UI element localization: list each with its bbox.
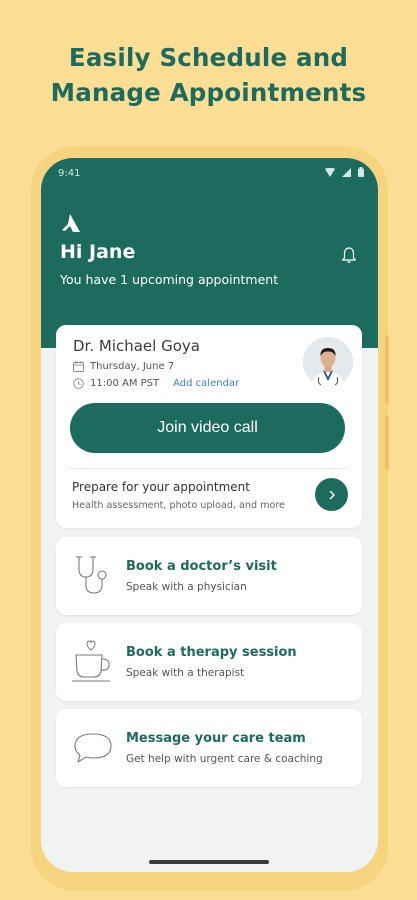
prepare-subtitle: Health assessment, photo upload, and mor… bbox=[72, 500, 285, 511]
join-video-call-button[interactable]: Join video call bbox=[70, 403, 345, 453]
stethoscope-icon bbox=[76, 556, 107, 594]
phone-side-button bbox=[385, 335, 389, 405]
marketing-headline: Easily Schedule and Manage Appointments bbox=[0, 40, 417, 110]
message-care-team-card[interactable]: Message your care team Get help with urg… bbox=[56, 709, 362, 787]
prepare-arrow-button[interactable] bbox=[315, 478, 348, 511]
signal-icon bbox=[342, 167, 351, 177]
doctor-name: Dr. Michael Goya bbox=[73, 337, 200, 355]
appointment-card: Dr. Michael Goya Thursday, June 7 11:00 … bbox=[56, 325, 362, 528]
add-calendar-link[interactable]: Add calendar bbox=[173, 378, 239, 389]
calendar-icon bbox=[73, 361, 84, 372]
doctor-avatar bbox=[303, 337, 353, 387]
book-therapy-session-card[interactable]: Book a therapy session Speak with a ther… bbox=[56, 623, 362, 701]
doctor-avatar-image bbox=[303, 337, 353, 387]
upcoming-count-text: You have 1 upcoming appointment bbox=[60, 272, 279, 287]
bell-icon[interactable] bbox=[340, 246, 358, 264]
status-bar: 9:41 bbox=[41, 158, 378, 188]
app-logo-icon bbox=[62, 214, 80, 232]
divider bbox=[68, 468, 348, 469]
greeting-title: Hi Jane bbox=[60, 241, 136, 263]
headline-line-2: Manage Appointments bbox=[50, 78, 367, 107]
appointment-time-row: 11:00 AM PST Add calendar bbox=[73, 378, 239, 389]
appointment-date-row: Thursday, June 7 bbox=[73, 361, 174, 372]
status-time: 9:41 bbox=[58, 168, 81, 179]
appointment-time: 11:00 AM PST bbox=[90, 378, 160, 389]
action-title: Book a doctor’s visit bbox=[126, 559, 277, 574]
action-subtitle: Get help with urgent care & coaching bbox=[126, 753, 323, 765]
clock-icon bbox=[73, 378, 84, 389]
action-title: Book a therapy session bbox=[126, 645, 297, 660]
chat-bubble-icon bbox=[74, 733, 112, 763]
prepare-title: Prepare for your appointment bbox=[72, 480, 250, 494]
home-indicator[interactable] bbox=[149, 860, 269, 864]
phone-side-button bbox=[385, 415, 389, 470]
chevron-right-icon bbox=[329, 490, 335, 499]
action-subtitle: Speak with a physician bbox=[126, 581, 247, 593]
book-doctor-visit-card[interactable]: Book a doctor’s visit Speak with a physi… bbox=[56, 537, 362, 615]
battery-icon bbox=[358, 167, 364, 177]
phone-screen: 9:41 Hi Jane You have 1 upcoming appoint… bbox=[41, 158, 378, 872]
wifi-icon bbox=[325, 167, 335, 177]
action-title: Message your care team bbox=[126, 731, 306, 746]
headline-line-1: Easily Schedule and bbox=[68, 43, 349, 72]
appointment-date: Thursday, June 7 bbox=[90, 361, 175, 372]
coffee-cup-icon bbox=[72, 640, 110, 682]
action-subtitle: Speak with a therapist bbox=[126, 667, 245, 679]
